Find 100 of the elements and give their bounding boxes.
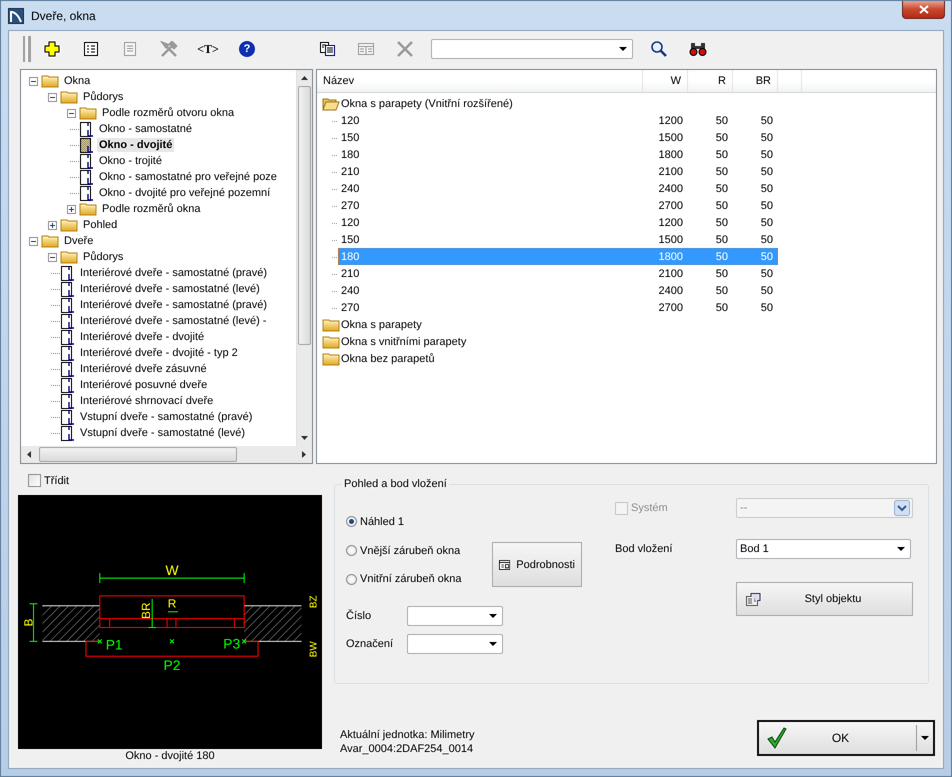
radio-button[interactable]: [346, 574, 357, 584]
list-form-icon: [83, 41, 99, 57]
tree-item[interactable]: Půdorys: [81, 90, 126, 104]
radio-button[interactable]: [346, 516, 357, 527]
dimension-label: P3: [223, 635, 240, 652]
table-cell-text: 50: [714, 200, 729, 212]
scroll-right-icon[interactable]: [302, 451, 306, 458]
expand-toggle[interactable]: [29, 76, 38, 86]
tree-item[interactable]: Okno - dvojité pro veřejné pozemní: [97, 186, 272, 200]
table-cell-text: 1800: [658, 250, 684, 262]
document-icon: [61, 394, 75, 408]
table-cell-text: 50: [760, 302, 774, 314]
dropdown[interactable]: Bod 1: [736, 539, 911, 559]
dimension-label: B: [22, 618, 36, 626]
expand-toggle[interactable]: [67, 108, 76, 118]
tree-item[interactable]: Pohled: [81, 218, 120, 232]
table-cell-text: 50: [760, 148, 774, 160]
scroll-thumb[interactable]: [39, 447, 237, 462]
scroll-down-icon[interactable]: [301, 436, 308, 440]
scroll-thumb[interactable]: [298, 86, 311, 345]
table-cell-text: 50: [714, 250, 729, 262]
search-icon: [650, 40, 668, 58]
table-cell-text: 50: [714, 268, 729, 280]
tree-item[interactable]: Interiérové posuvné dveře: [78, 378, 210, 392]
hatched-document-icon: [80, 138, 94, 152]
table-cell-text: 150: [340, 132, 360, 144]
checkmark-icon: [767, 727, 787, 749]
dropdown-field[interactable]: [407, 634, 503, 654]
folder-icon: [41, 74, 59, 88]
expand-toggle[interactable]: [29, 236, 38, 246]
delete-icon: [396, 40, 414, 58]
checkbox[interactable]: [28, 474, 41, 488]
tree-item[interactable]: Interiérové shrnovací dveře: [78, 394, 216, 408]
tree-item[interactable]: Interiérové dveře - dvojité: [78, 330, 206, 344]
group-label[interactable]: Okna s parapety: [341, 318, 422, 330]
scroll-left-icon[interactable]: [27, 451, 31, 458]
ok-button[interactable]: OK: [759, 722, 916, 754]
folder-icon: [79, 106, 97, 120]
table-cell-text: 270: [340, 200, 360, 212]
tree-item[interactable]: Podle rozměrů okna: [100, 202, 202, 216]
tree-item[interactable]: Interiérové dveře - samostatné (levé): [78, 282, 262, 296]
tree-item[interactable]: Vstupní dveře - samostatné (pravé): [78, 410, 254, 424]
document-icon: [61, 330, 75, 344]
page-icon: [122, 41, 138, 57]
document-icon: [61, 378, 75, 392]
table-cell-text: 210: [340, 166, 360, 178]
close-button[interactable]: [902, 1, 945, 19]
table-cell-text: 180: [340, 250, 360, 262]
tree-item[interactable]: Interiérové dveře - samostatné (pravé): [78, 298, 270, 312]
tree-item[interactable]: Podle rozměrů otvoru okna: [100, 106, 236, 120]
tree-item[interactable]: Okno - samostatné: [97, 122, 194, 136]
column-header[interactable]: W: [643, 70, 688, 92]
table-cell-text: 2400: [658, 284, 684, 296]
tree-item[interactable]: Dveře: [62, 234, 96, 248]
radio-button[interactable]: [346, 545, 357, 556]
expand-toggle[interactable]: [67, 204, 76, 214]
help-button[interactable]: ?: [234, 37, 260, 61]
tree-item[interactable]: Interiérové dveře zásuvné: [78, 362, 209, 376]
group-label[interactable]: Okna s vnitřními parapety: [341, 336, 466, 348]
tree-item[interactable]: Interiérové dveře - dvojité - typ 2: [78, 346, 240, 360]
column-header[interactable]: Název: [317, 70, 643, 92]
field-label: Bod vložení: [615, 543, 674, 555]
table-cell-text: 50: [760, 234, 774, 246]
tree-item[interactable]: Vstupní dveře - samostatné (levé): [78, 426, 248, 440]
window-title: Dveře, okna: [31, 9, 97, 23]
split-button[interactable]: OK: [757, 720, 935, 756]
expand-toggle[interactable]: [48, 220, 57, 230]
tree-item[interactable]: Okno - trojité: [97, 154, 164, 168]
tree-item[interactable]: Interiérové dveře - samostatné (levé) -: [78, 314, 268, 328]
binoculars-icon: [689, 41, 707, 57]
group-label[interactable]: Okna s parapety (Vnitřní rozšířené): [341, 98, 513, 110]
caret-icon: [489, 642, 497, 646]
group-label[interactable]: Okna bez parapetů: [341, 352, 435, 364]
dropdown-field[interactable]: [407, 606, 503, 626]
expand-toggle[interactable]: [48, 252, 57, 262]
tree-item[interactable]: Půdorys: [81, 250, 126, 264]
copy-icon: [318, 41, 336, 57]
style-button[interactable]: Styl objektu: [736, 582, 913, 616]
expand-toggle[interactable]: [48, 92, 57, 102]
table-cell-text: 50: [760, 132, 774, 144]
table-cell-text: 180: [340, 148, 360, 160]
table-cell-text: 1200: [658, 114, 684, 126]
tree-item[interactable]: Interiérové dveře - samostatné (pravé): [78, 266, 270, 280]
column-header[interactable]: BR: [733, 70, 778, 92]
preview-caption: Okno - dvojité 180: [125, 750, 215, 762]
folder-icon: [79, 202, 97, 216]
tree-item[interactable]: Okno - dvojité: [97, 138, 174, 152]
text-button[interactable]: <T>: [195, 37, 221, 61]
unit-text: Aktuální jednotka: Milimetry: [340, 728, 474, 742]
details-button[interactable]: Podrobnosti: [492, 542, 582, 587]
table-cell-text: 120: [340, 114, 360, 126]
table-cell-text: 2400: [658, 182, 684, 194]
tree-item[interactable]: Okna: [62, 74, 92, 88]
caret-icon: [921, 736, 929, 740]
column-header[interactable]: R: [688, 70, 733, 92]
document-icon: [61, 282, 75, 296]
tree-item[interactable]: Okno - samostatné pro veřejné poze: [97, 170, 279, 184]
table-cell-text: 50: [760, 284, 774, 296]
scroll-up-icon[interactable]: [301, 76, 308, 80]
table-cell-text: 50: [714, 166, 729, 178]
